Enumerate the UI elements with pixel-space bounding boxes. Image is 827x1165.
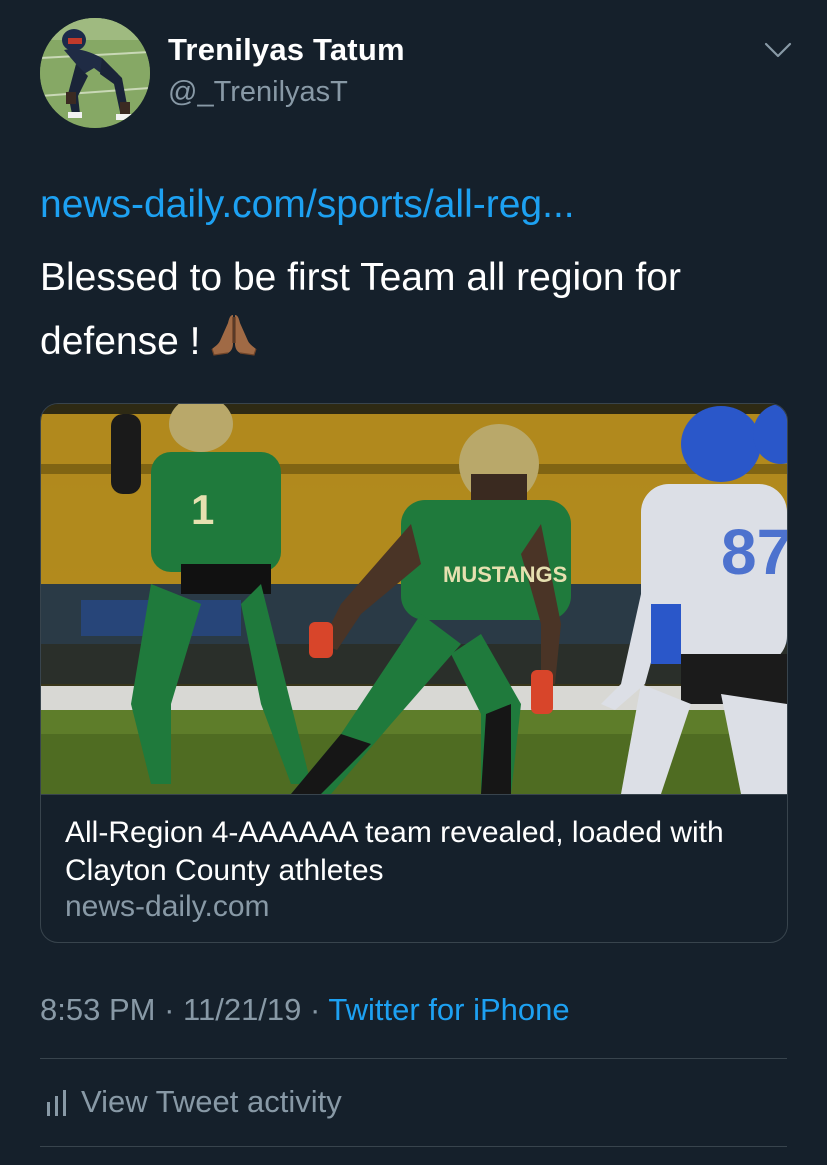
meta-separator: ·	[164, 992, 175, 1027]
tweet-date: 11/21/19	[183, 992, 302, 1027]
tweet-text: Blessed to be first Team all region for …	[40, 246, 790, 377]
tweet-meta: 8:53 PM · 11/21/19 · Twitter for iPhone	[40, 992, 570, 1028]
link-card[interactable]: 1 MUSTANGS 87 All-Region 4-AAAAAA team r…	[40, 403, 788, 943]
svg-text:MUSTANGS: MUSTANGS	[443, 562, 567, 587]
svg-text:1: 1	[191, 486, 214, 533]
meta-separator: ·	[310, 992, 321, 1027]
tweet-detail-page: Trenilyas Tatum @_TrenilyasT news-daily.…	[0, 0, 827, 1165]
card-domain: news-daily.com	[65, 890, 270, 923]
divider	[40, 1146, 787, 1147]
tweet-source[interactable]: Twitter for iPhone	[328, 992, 569, 1027]
svg-text:87: 87	[721, 516, 787, 588]
bar-chart-icon	[46, 1090, 68, 1121]
divider	[40, 1058, 787, 1059]
tweet-text-body: Blessed to be first Team all region for …	[40, 256, 681, 363]
tweet-time: 8:53 PM	[40, 992, 156, 1027]
author-display-name[interactable]: Trenilyas Tatum	[168, 32, 405, 68]
card-image: 1 MUSTANGS 87	[41, 404, 787, 795]
chevron-down-icon[interactable]	[763, 38, 793, 62]
avatar-photo	[40, 18, 150, 128]
tweet-link[interactable]: news-daily.com/sports/all-reg...	[40, 183, 575, 227]
author-handle[interactable]: @_TrenilyasT	[168, 76, 348, 109]
folded-hands-icon	[208, 311, 260, 377]
view-tweet-activity-label: View Tweet activity	[81, 1084, 342, 1119]
card-title[interactable]: All-Region 4-AAAAAA team revealed, loade…	[65, 814, 765, 890]
avatar[interactable]	[40, 18, 150, 128]
